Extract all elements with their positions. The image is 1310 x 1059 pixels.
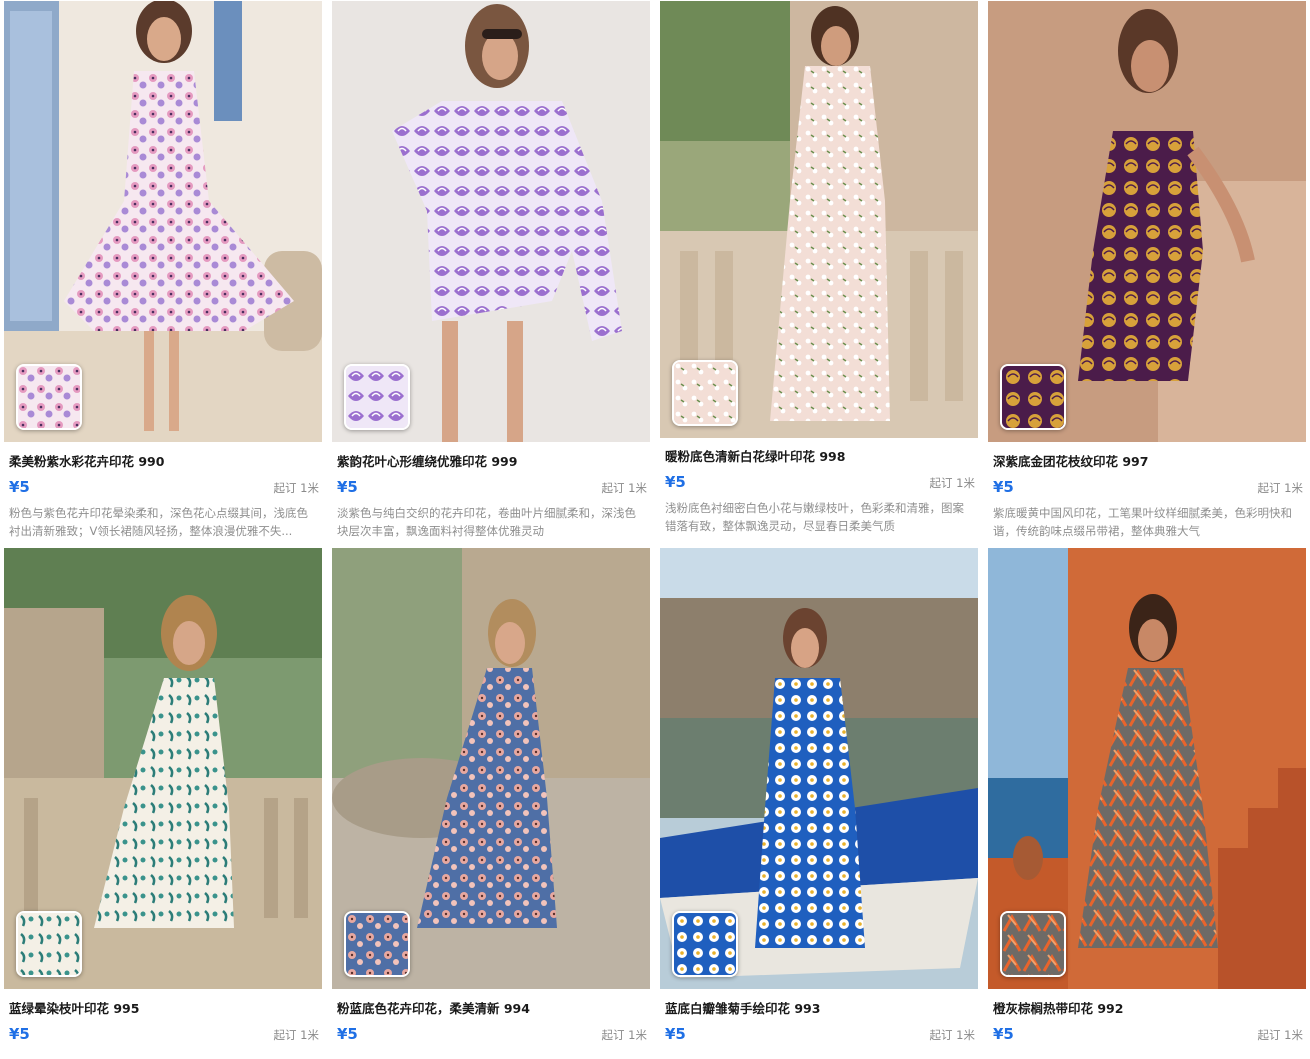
minimum-order: 起订 1米 <box>929 1028 975 1042</box>
fabric-swatch-thumbnail[interactable] <box>16 364 82 430</box>
product-grid: 柔美粉紫水彩花卉印花 990 ¥5 起订 1米 粉色与紫色花卉印花晕染柔和，深色… <box>0 0 1310 1059</box>
fabric-swatch-image <box>346 366 408 428</box>
product-photo[interactable] <box>660 1 978 438</box>
product-photo[interactable] <box>988 1 1306 442</box>
product-card[interactable]: 蓝底白瓣雏菊手绘印花 993 ¥5 起订 1米 <box>660 548 978 1047</box>
fabric-swatch-image <box>674 913 736 975</box>
fabric-swatch-thumbnail[interactable] <box>344 911 410 977</box>
minimum-order: 起订 1米 <box>273 1028 319 1042</box>
product-description: 淡紫色与纯白交织的花卉印花，卷曲叶片细腻柔和，深浅色块层次丰富，飘逸面料衬得整体… <box>337 506 636 538</box>
minimum-order: 起订 1米 <box>601 481 647 495</box>
fabric-swatch-image <box>18 366 80 428</box>
product-photo[interactable] <box>4 1 322 442</box>
product-price: ¥5 <box>337 478 358 496</box>
minimum-order: 起订 1米 <box>1257 1028 1303 1042</box>
product-price: ¥5 <box>9 478 30 496</box>
product-price: ¥5 <box>665 473 686 491</box>
minimum-order: 起订 1米 <box>1257 481 1303 495</box>
product-photo[interactable] <box>4 548 322 989</box>
fabric-swatch-thumbnail[interactable] <box>1000 911 1066 977</box>
product-card[interactable]: 蓝绿晕染枝叶印花 995 ¥5 起订 1米 <box>4 548 322 1047</box>
product-title[interactable]: 暖粉底色清新白花绿叶印花 998 <box>665 446 975 465</box>
product-card[interactable]: 紫韵花叶心形缠绕优雅印花 999 ¥5 起订 1米 淡紫色与纯白交织的花卉印花，… <box>332 1 650 540</box>
product-price: ¥5 <box>993 478 1014 496</box>
fabric-swatch-image <box>346 913 408 975</box>
product-price: ¥5 <box>665 1025 686 1043</box>
product-card[interactable]: 橙灰棕榈热带印花 992 ¥5 起订 1米 <box>988 548 1306 1047</box>
product-title[interactable]: 深紫底金团花枝纹印花 997 <box>993 451 1303 470</box>
fabric-swatch-image <box>674 362 736 424</box>
product-price: ¥5 <box>337 1025 358 1043</box>
minimum-order: 起订 1米 <box>273 481 319 495</box>
fabric-swatch-thumbnail[interactable] <box>16 911 82 977</box>
product-price: ¥5 <box>9 1025 30 1043</box>
fabric-swatch-thumbnail[interactable] <box>672 911 738 977</box>
product-photo[interactable] <box>332 1 650 442</box>
product-photo[interactable] <box>660 548 978 989</box>
product-title[interactable]: 柔美粉紫水彩花卉印花 990 <box>9 451 319 470</box>
product-photo[interactable] <box>332 548 650 989</box>
fabric-swatch-image <box>1002 366 1064 428</box>
product-photo[interactable] <box>988 548 1306 989</box>
fabric-swatch-thumbnail[interactable] <box>344 364 410 430</box>
product-description: 浅粉底色衬细密白色小花与嫩绿枝叶，色彩柔和清雅，图案错落有致，整体飘逸灵动，尽显… <box>665 501 964 533</box>
fabric-swatch-image <box>18 913 80 975</box>
product-description: 粉色与紫色花卉印花晕染柔和，深色花心点缀其间，浅底色衬出清新雅致；V领长裙随风轻… <box>9 506 308 538</box>
fabric-swatch-thumbnail[interactable] <box>1000 364 1066 430</box>
product-title[interactable]: 蓝底白瓣雏菊手绘印花 993 <box>665 998 975 1017</box>
product-card[interactable]: 深紫底金团花枝纹印花 997 ¥5 起订 1米 紫底暖黄中国风印花，工笔果叶纹样… <box>988 1 1306 540</box>
product-title[interactable]: 粉蓝底色花卉印花，柔美清新 994 <box>337 998 647 1017</box>
product-title[interactable]: 蓝绿晕染枝叶印花 995 <box>9 998 319 1017</box>
product-card[interactable]: 暖粉底色清新白花绿叶印花 998 ¥5 起订 1米 浅粉底色衬细密白色小花与嫩绿… <box>660 1 978 535</box>
minimum-order: 起订 1米 <box>601 1028 647 1042</box>
product-price: ¥5 <box>993 1025 1014 1043</box>
product-title[interactable]: 橙灰棕榈热带印花 992 <box>993 998 1303 1017</box>
product-card[interactable]: 粉蓝底色花卉印花，柔美清新 994 ¥5 起订 1米 <box>332 548 650 1047</box>
product-description: 紫底暖黄中国风印花，工笔果叶纹样细腻柔美，色彩明快和谐，传统韵味点缀吊带裙，整体… <box>993 506 1292 538</box>
product-title[interactable]: 紫韵花叶心形缠绕优雅印花 999 <box>337 451 647 470</box>
product-card[interactable]: 柔美粉紫水彩花卉印花 990 ¥5 起订 1米 粉色与紫色花卉印花晕染柔和，深色… <box>4 1 322 540</box>
minimum-order: 起订 1米 <box>929 476 975 490</box>
fabric-swatch-image <box>1002 913 1064 975</box>
fabric-swatch-thumbnail[interactable] <box>672 360 738 426</box>
